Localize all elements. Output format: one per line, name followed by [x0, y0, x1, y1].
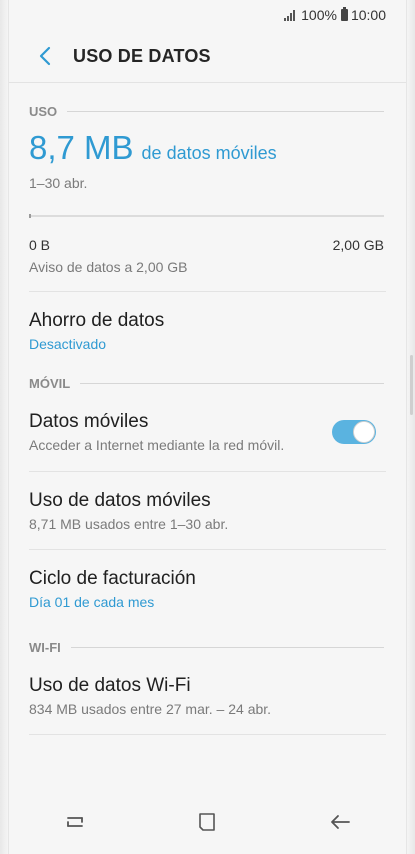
edge-panel-handle[interactable] [410, 355, 413, 415]
phone-frame: 100% 10:00 USO DE DATOS USO 8,7 MB de da… [0, 0, 415, 854]
section-divider [80, 382, 384, 384]
usage-bar-fill [29, 214, 31, 218]
recent-apps-icon [67, 817, 84, 827]
item-subtitle: Acceder a Internet mediante la red móvil… [29, 437, 285, 453]
section-header-usage: USO [9, 101, 406, 121]
item-title: Ciclo de facturación [29, 567, 196, 589]
section-divider [70, 646, 384, 648]
usage-unit: de datos móviles [141, 143, 277, 163]
item-subtitle: 8,71 MB usados entre 1–30 abr. [29, 515, 229, 532]
item-title: Uso de datos Wi-Fi [29, 674, 191, 696]
usage-amount: 8,7 MB [29, 129, 134, 166]
section-divider [67, 110, 384, 112]
page-title: USO DE DATOS [73, 45, 211, 66]
screen-edge-right [407, 0, 415, 854]
billing-cycle-item[interactable]: Ciclo de facturación Día 01 de cada mes [9, 550, 406, 627]
screen-edge-left [0, 0, 8, 854]
clock: 10:00 [350, 7, 386, 23]
app-header: USO DE DATOS [9, 30, 406, 83]
section-label: WI-FI [29, 639, 61, 655]
back-nav-button[interactable] [310, 797, 370, 847]
section-header-mobile: MÓVIL [9, 373, 406, 393]
mobile-data-item[interactable]: Datos móviles Acceder a Internet mediant… [9, 393, 406, 471]
usage-bar [29, 214, 384, 218]
usage-period: 1–30 abr. [29, 175, 88, 191]
item-subtitle: Día 01 de cada mes [29, 593, 155, 610]
usage-summary: 8,7 MB de datos móviles [9, 129, 406, 167]
section-label: USO [29, 103, 58, 119]
section-label: MÓVIL [29, 375, 71, 391]
toggle-knob [353, 421, 375, 443]
status-bar: 100% 10:00 [9, 0, 406, 30]
usage-bar-min: 0 B [29, 237, 51, 253]
navigation-bar [9, 790, 406, 854]
screen: 100% 10:00 USO DE DATOS USO 8,7 MB de da… [8, 0, 407, 854]
back-button[interactable] [25, 36, 65, 76]
recent-apps-button[interactable] [45, 797, 105, 847]
item-subtitle: 834 MB usados entre 27 mar. – 24 abr. [29, 700, 272, 717]
settings-list[interactable]: USO 8,7 MB de datos móviles 1–30 abr. 0 … [9, 83, 406, 790]
data-warning-text: Aviso de datos a 2,00 GB [29, 259, 188, 275]
signal-icon [284, 9, 296, 21]
arrow-left-icon [330, 815, 350, 829]
battery-icon [340, 7, 348, 21]
chevron-left-icon [39, 46, 51, 66]
home-button[interactable] [177, 797, 237, 847]
home-icon [199, 813, 216, 831]
mobile-data-toggle[interactable] [332, 420, 376, 444]
wifi-data-usage-item[interactable]: Uso de datos Wi-Fi 834 MB usados entre 2… [9, 657, 406, 734]
usage-bar-max: 2,00 GB [332, 237, 384, 253]
item-title: Ahorro de datos [29, 309, 165, 331]
data-saver-item[interactable]: Ahorro de datos Desactivado [9, 292, 406, 369]
mobile-data-usage-item[interactable]: Uso de datos móviles 8,71 MB usados entr… [9, 472, 406, 549]
usage-bar-labels: 0 B 2,00 GB [9, 237, 406, 253]
item-subtitle: Desactivado [29, 335, 107, 352]
item-title: Uso de datos móviles [29, 489, 211, 511]
section-header-wifi: WI-FI [9, 637, 406, 657]
battery-percent: 100% [301, 7, 337, 23]
divider [29, 734, 386, 735]
